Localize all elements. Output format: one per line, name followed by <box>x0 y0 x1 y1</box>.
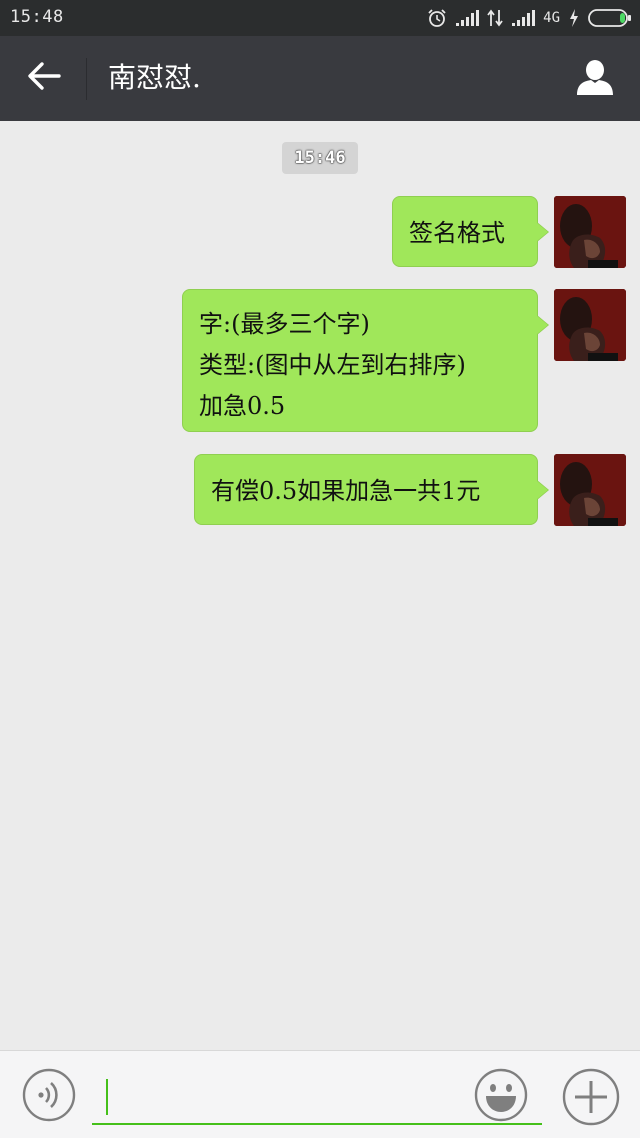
voice-input-button[interactable] <box>22 1068 76 1122</box>
message-text: 字:(最多三个字) <box>199 310 370 338</box>
voice-icon <box>22 1068 76 1126</box>
emoji-button[interactable] <box>474 1068 528 1122</box>
input-bar <box>0 1050 640 1138</box>
signal-icon <box>455 9 480 27</box>
avatar[interactable] <box>554 454 626 526</box>
plus-icon <box>562 1068 620 1130</box>
message-text: 有偿0.5如果加急一共1元 <box>211 477 481 505</box>
message-bubble[interactable]: 字:(最多三个字) 类型:(图中从左到右排序) 加急0.5 <box>182 289 549 432</box>
charging-icon <box>568 8 580 28</box>
message-text: 签名格式 <box>409 219 505 247</box>
alarm-icon <box>427 8 447 28</box>
message-bubble[interactable]: 签名格式 <box>392 196 549 267</box>
emoji-icon <box>474 1068 528 1126</box>
avatar[interactable] <box>554 289 626 361</box>
person-icon <box>575 57 615 101</box>
status-time: 15:48 <box>10 7 64 27</box>
message-text: 加急0.5 <box>199 392 286 420</box>
chat-header: 南怼怼. <box>0 36 640 121</box>
network-type-label: 4G <box>543 10 560 26</box>
message-text: 类型:(图中从左到右排序) <box>199 351 466 379</box>
status-icons: 4G <box>427 6 632 30</box>
arrow-left-icon <box>27 61 61 95</box>
battery-icon <box>588 8 632 28</box>
contact-info-button[interactable] <box>566 50 624 108</box>
chat-title: 南怼怼. <box>108 61 201 94</box>
more-options-button[interactable] <box>562 1068 620 1126</box>
text-caret <box>106 1079 108 1115</box>
back-button[interactable] <box>14 48 74 108</box>
header-divider <box>86 58 87 100</box>
message-timestamp: 15:46 <box>282 142 358 174</box>
data-arrows-icon <box>487 9 503 27</box>
avatar[interactable] <box>554 196 626 268</box>
signal-icon <box>511 9 536 27</box>
message-bubble[interactable]: 有偿0.5如果加急一共1元 <box>194 454 549 525</box>
status-bar: 15:48 4G <box>0 0 640 36</box>
